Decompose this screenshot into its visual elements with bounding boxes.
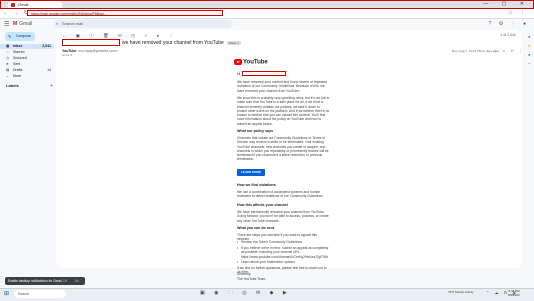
signature-line-1: Sincerely,	[237, 272, 252, 276]
drafts-count: 14	[47, 68, 51, 72]
tasks-icon[interactable]: ●	[528, 50, 534, 59]
browser-right-icons[interactable]: ☆ ⋮	[508, 10, 528, 16]
heading-next-steps: What you can do next	[237, 226, 275, 230]
clock-date: 8/9/2023	[508, 293, 520, 297]
youtube-play-icon	[234, 59, 242, 65]
paragraph-2: We know this is probably very upsetting …	[237, 96, 330, 126]
pager: 1 of 2,041	[500, 33, 516, 37]
signature-line-2: The YouTube Team	[237, 277, 266, 281]
main-menu-icon[interactable]: ☰	[4, 21, 9, 28]
inbox-icon: ▣	[6, 44, 10, 48]
nav-buttons[interactable]: ← → ↻	[3, 10, 30, 16]
side-panel-icons[interactable]: ● ● ● +	[528, 32, 534, 68]
sidebar-item-drafts[interactable]: ▤ Drafts 14	[0, 68, 54, 73]
clock[interactable]: 5:44 PM 8/9/2023	[508, 289, 520, 297]
labels-heading: Labels	[6, 83, 19, 88]
gmail-logo[interactable]: M Gmail	[13, 21, 32, 27]
send-icon: ➤	[6, 62, 9, 66]
compose-label: Compose	[16, 34, 31, 38]
taskbar-search[interactable]: Search	[14, 290, 66, 298]
inbox-count: 2,041	[42, 44, 51, 48]
snackbar-text: Enable desktop notifications for Gmail.	[8, 279, 63, 283]
add-addon-icon[interactable]: +	[528, 59, 534, 68]
address-bar[interactable]: https://mail.google.com/mail/u/0/#inbox/…	[27, 10, 223, 16]
paragraph-5: We have permanently removed your channel…	[237, 210, 329, 223]
search-icon: ⌕	[56, 21, 59, 26]
message-actions[interactable]: ☆ ☺ ↩ ⋮	[494, 49, 524, 53]
calendar-icon[interactable]: ●	[528, 32, 534, 41]
inbox-label-badge[interactable]: Inbox ×	[226, 41, 241, 45]
keep-icon[interactable]: ●	[528, 41, 534, 50]
sender-email: <no-reply@youtube.com>	[77, 49, 118, 53]
learn-more-button[interactable]: LEARN MORE	[237, 169, 265, 176]
sidebar-item-snoozed[interactable]: ◷ Snoozed	[0, 56, 54, 61]
heading-affects-channel: How this affects your channel	[237, 203, 288, 207]
greeting: Hi	[237, 72, 241, 76]
sidebar-item-sent[interactable]: ➤ Sent	[0, 62, 54, 67]
pencil-icon: ✎	[8, 34, 12, 39]
highlight-box-subject	[62, 39, 120, 46]
notification-snackbar: Enable desktop notifications for Gmail. …	[5, 277, 85, 291]
paragraph-1: We have removed your content and found s…	[237, 80, 327, 93]
search-input[interactable]: ⌕ Search mail	[54, 20, 232, 28]
star-icon: ☆	[6, 50, 10, 54]
sidebar-item-more[interactable]: ⌄ More	[0, 74, 54, 79]
message-date: Mon, Aug 7, 12:44 PM (2 days ago)	[451, 49, 499, 53]
list-item[interactable]: If you believe we're in error, submit an…	[237, 246, 329, 259]
add-label-icon[interactable]: +	[50, 83, 53, 89]
heading-policy: What our policy says	[237, 129, 273, 133]
highlight-box-tabbar	[0, 0, 534, 9]
sidebar-item-inbox[interactable]: ▣ Inbox 2,041	[0, 44, 54, 49]
list-item[interactable]: Review YouTube's Community Guidelines	[237, 240, 329, 245]
header-right-icons[interactable]: ? ⚙ ⋮ ●	[489, 21, 529, 27]
draft-icon: ▤	[6, 68, 10, 72]
list-item[interactable]: Learn about your moderation options	[237, 260, 329, 265]
paragraph-4: We use a combination of automated system…	[237, 190, 324, 199]
weather-widget[interactable]: 75°F Mostly cloudy	[448, 290, 473, 294]
highlight-box-name	[242, 71, 286, 76]
message-subject: we have removed your channel from YouTub…	[122, 40, 241, 46]
windows-start-icon[interactable]: ⊞	[4, 290, 9, 297]
paragraph-3: Channels that violate our Community Guid…	[237, 136, 329, 162]
recipient-line[interactable]: to me ▾	[62, 53, 72, 57]
clock-icon: ◷	[6, 56, 10, 60]
heading-find-violations: How we find violations	[237, 183, 276, 187]
chevron-down-icon: ⌄	[6, 74, 9, 78]
search-placeholder: Search mail	[62, 21, 84, 26]
compose-button[interactable]: ✎ Compose	[5, 32, 35, 41]
sidebar-item-starred[interactable]: ☆ Starred	[0, 50, 54, 55]
gmail-m-icon: M	[13, 21, 18, 27]
youtube-logo: YouTube	[234, 59, 268, 66]
snackbar-ok-button[interactable]: OK	[63, 277, 68, 285]
taskbar-apps[interactable]: ▣ ◉ 🗀 ◎ ✉ ◆ ▶	[200, 290, 291, 298]
